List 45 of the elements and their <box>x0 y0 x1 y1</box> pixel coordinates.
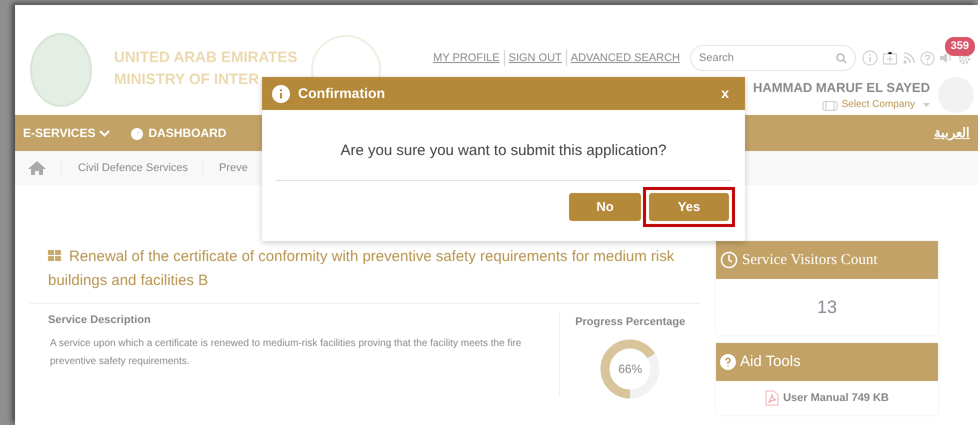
info-icon[interactable] <box>862 50 878 66</box>
header-link[interactable]: ADVANCED SEARCH <box>566 50 684 66</box>
manual-link[interactable]: User Manual 749 KB <box>783 390 889 406</box>
language-link[interactable]: العربية <box>934 123 970 143</box>
search-field[interactable]: Search <box>690 45 856 71</box>
first-aid-icon[interactable] <box>882 50 898 66</box>
caret-icon <box>923 102 930 107</box>
speaker-icon[interactable] <box>939 51 953 65</box>
progress-donut <box>600 338 660 398</box>
info-icon <box>272 84 290 102</box>
company-select[interactable]: Select Company <box>842 97 930 112</box>
nav-item[interactable]: E-SERVICES <box>23 124 110 142</box>
header-link[interactable]: SIGN OUT <box>504 50 566 66</box>
search-icon[interactable] <box>836 53 847 64</box>
visitor-count: 13 <box>816 296 838 318</box>
chevron-down-icon <box>99 130 110 136</box>
service-description: A service upon which a certificate is renewed to medium-risk facilities proving that the facility meets the fire preventive safety requirements. <box>50 336 522 368</box>
breadcrumb-link[interactable]: Civil Defence Services <box>61 160 188 176</box>
logo-text: MINISTRY OF INTER <box>114 70 260 90</box>
header-link[interactable]: MY PROFILE <box>429 50 504 66</box>
service-title: Renewal of the certificate of conformity with preventive safety requirements for medium risk buildings and facilities B <box>30 245 700 304</box>
home-icon[interactable] <box>27 160 47 176</box>
pdf-icon <box>765 390 780 406</box>
logo-text: UNITED ARAB EMIRATES <box>114 48 298 68</box>
grid-icon <box>48 250 61 262</box>
breadcrumb-link[interactable]: Preve <box>202 160 248 176</box>
help-icon[interactable] <box>920 50 935 66</box>
section-label: Progress Percentage <box>574 315 686 330</box>
dashboard-icon <box>130 126 144 140</box>
panel-header: Aid Tools <box>716 343 938 381</box>
nav-item[interactable]: DASHBOARD <box>130 124 226 142</box>
close-button[interactable]: x <box>715 83 735 104</box>
dialog-title: Confirmation <box>298 84 386 103</box>
rss-icon[interactable] <box>902 51 916 65</box>
help-icon <box>720 354 736 370</box>
clock-icon <box>720 251 738 269</box>
dialog-message: Are you sure you want to submit this application? <box>276 110 731 180</box>
dialog-button[interactable]: No <box>569 192 641 220</box>
section-label: Service Description <box>48 313 152 328</box>
user-name: HAMMAD MARUF EL SAYED <box>753 78 930 97</box>
panel-header: Service Visitors Count <box>716 241 938 279</box>
dialog-button[interactable]: Yes <box>649 192 729 220</box>
notification-count: 359 <box>944 37 975 56</box>
progress-value: 66% <box>618 360 642 378</box>
briefcase-icon <box>822 98 838 111</box>
